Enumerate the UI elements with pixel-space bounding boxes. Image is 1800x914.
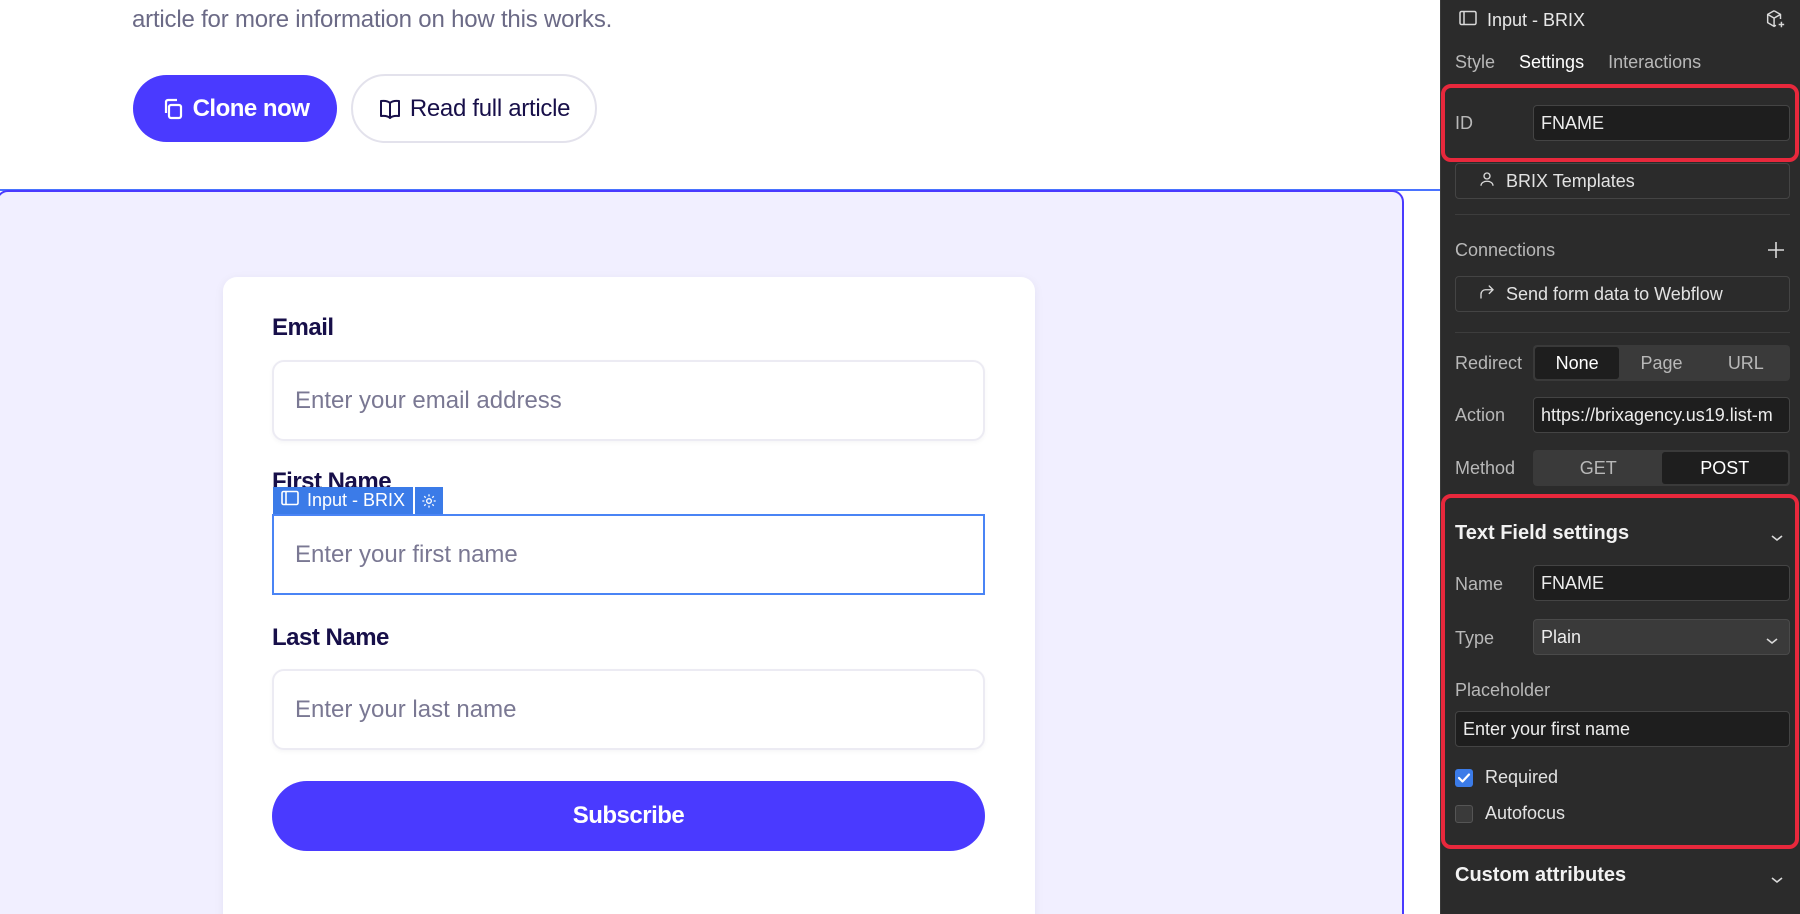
read-full-article-label: Read full article (409, 94, 571, 122)
connections-label: Connections (1455, 240, 1556, 260)
selection-tag[interactable]: Input - BRIX (273, 487, 444, 514)
read-full-article-button[interactable]: Read full article (351, 74, 597, 143)
intro-text: article for more information on how this… (132, 6, 613, 33)
divider (1455, 332, 1790, 333)
text-field-settings-title[interactable]: Text Field settings (1455, 522, 1629, 545)
owner-label: BRIX Templates (1506, 170, 1635, 191)
clone-now-button[interactable]: Clone now (133, 75, 337, 142)
owner-button[interactable]: BRIX Templates (1455, 163, 1790, 199)
redirect-option-none[interactable]: None (1535, 347, 1620, 379)
action-label: Action (1455, 405, 1506, 425)
selection-tag-label: Input - BRIX (307, 490, 406, 510)
method-label: Method (1455, 458, 1516, 478)
name-input[interactable]: FNAME (1533, 565, 1790, 601)
autofocus-checkbox[interactable]: Autofocus (1455, 803, 1565, 824)
plus-icon[interactable] (1766, 240, 1786, 265)
last-name-label: Last Name (272, 624, 389, 651)
text-field-settings-highlight (1441, 494, 1799, 849)
custom-attributes-title[interactable]: Custom attributes (1455, 864, 1626, 887)
last-name-field[interactable]: Enter your last name (272, 669, 985, 750)
redirect-segmented-control: None Page URL (1533, 345, 1790, 381)
element-box-icon (1459, 10, 1477, 31)
subscribe-button[interactable]: Subscribe (272, 781, 985, 851)
checkbox-box (1455, 804, 1473, 823)
type-select[interactable]: Plain (1533, 619, 1790, 655)
design-canvas[interactable]: article for more information on how this… (0, 0, 1440, 914)
first-name-field[interactable]: Enter your first name (272, 514, 985, 595)
method-option-get[interactable]: GET (1535, 452, 1662, 484)
method-option-post[interactable]: POST (1661, 452, 1788, 484)
action-input[interactable]: https://brixagency.us19.list-m (1533, 397, 1790, 433)
check-icon (1455, 768, 1473, 787)
clone-now-label: Clone now (192, 94, 310, 122)
id-label: ID (1455, 113, 1473, 133)
divider (1455, 214, 1790, 215)
chevron-down-icon[interactable] (1770, 869, 1784, 890)
placeholder-label: Placeholder (1455, 680, 1551, 700)
book-icon (378, 97, 402, 121)
tab-settings[interactable]: Settings (1519, 52, 1584, 73)
required-label: Required (1485, 767, 1559, 787)
tab-interactions[interactable]: Interactions (1608, 52, 1701, 73)
redirect-option-page[interactable]: Page (1619, 347, 1703, 379)
method-segmented-control: GET POST (1533, 450, 1790, 486)
send-form-data-button[interactable]: Send form data to Webflow (1455, 276, 1790, 312)
redirect-label: Redirect (1455, 353, 1523, 373)
panel-tabs: Style Settings Interactions (1455, 52, 1701, 73)
chevron-down-icon[interactable] (1770, 527, 1784, 548)
panel-title: Input - BRIX (1487, 9, 1586, 30)
id-input[interactable]: FNAME (1533, 105, 1790, 141)
selection-tag-name[interactable]: Input - BRIX (273, 487, 414, 514)
selection-settings-gear-icon[interactable] (415, 487, 444, 514)
placeholder-input[interactable]: Enter your first name (1455, 711, 1790, 747)
add-symbol-icon[interactable] (1764, 8, 1786, 35)
element-box-icon (281, 490, 299, 511)
email-field[interactable]: Enter your email address (272, 360, 985, 441)
share-arrow-icon (1478, 283, 1496, 306)
type-label: Type (1455, 628, 1495, 648)
copy-icon (161, 97, 185, 121)
user-icon (1478, 170, 1496, 193)
tab-style[interactable]: Style (1455, 52, 1495, 73)
send-form-data-label: Send form data to Webflow (1506, 283, 1723, 304)
settings-panel: Input - BRIX Style Settings Interactions… (1440, 0, 1800, 914)
required-checkbox[interactable]: Required (1455, 767, 1558, 788)
panel-header: Input - BRIX (1459, 8, 1585, 32)
type-select-value: Plain (1541, 626, 1582, 647)
redirect-option-url[interactable]: URL (1704, 347, 1788, 379)
autofocus-label: Autofocus (1485, 803, 1566, 823)
chevron-down-icon (1765, 630, 1779, 651)
name-label: Name (1455, 574, 1504, 594)
email-label: Email (272, 314, 334, 341)
